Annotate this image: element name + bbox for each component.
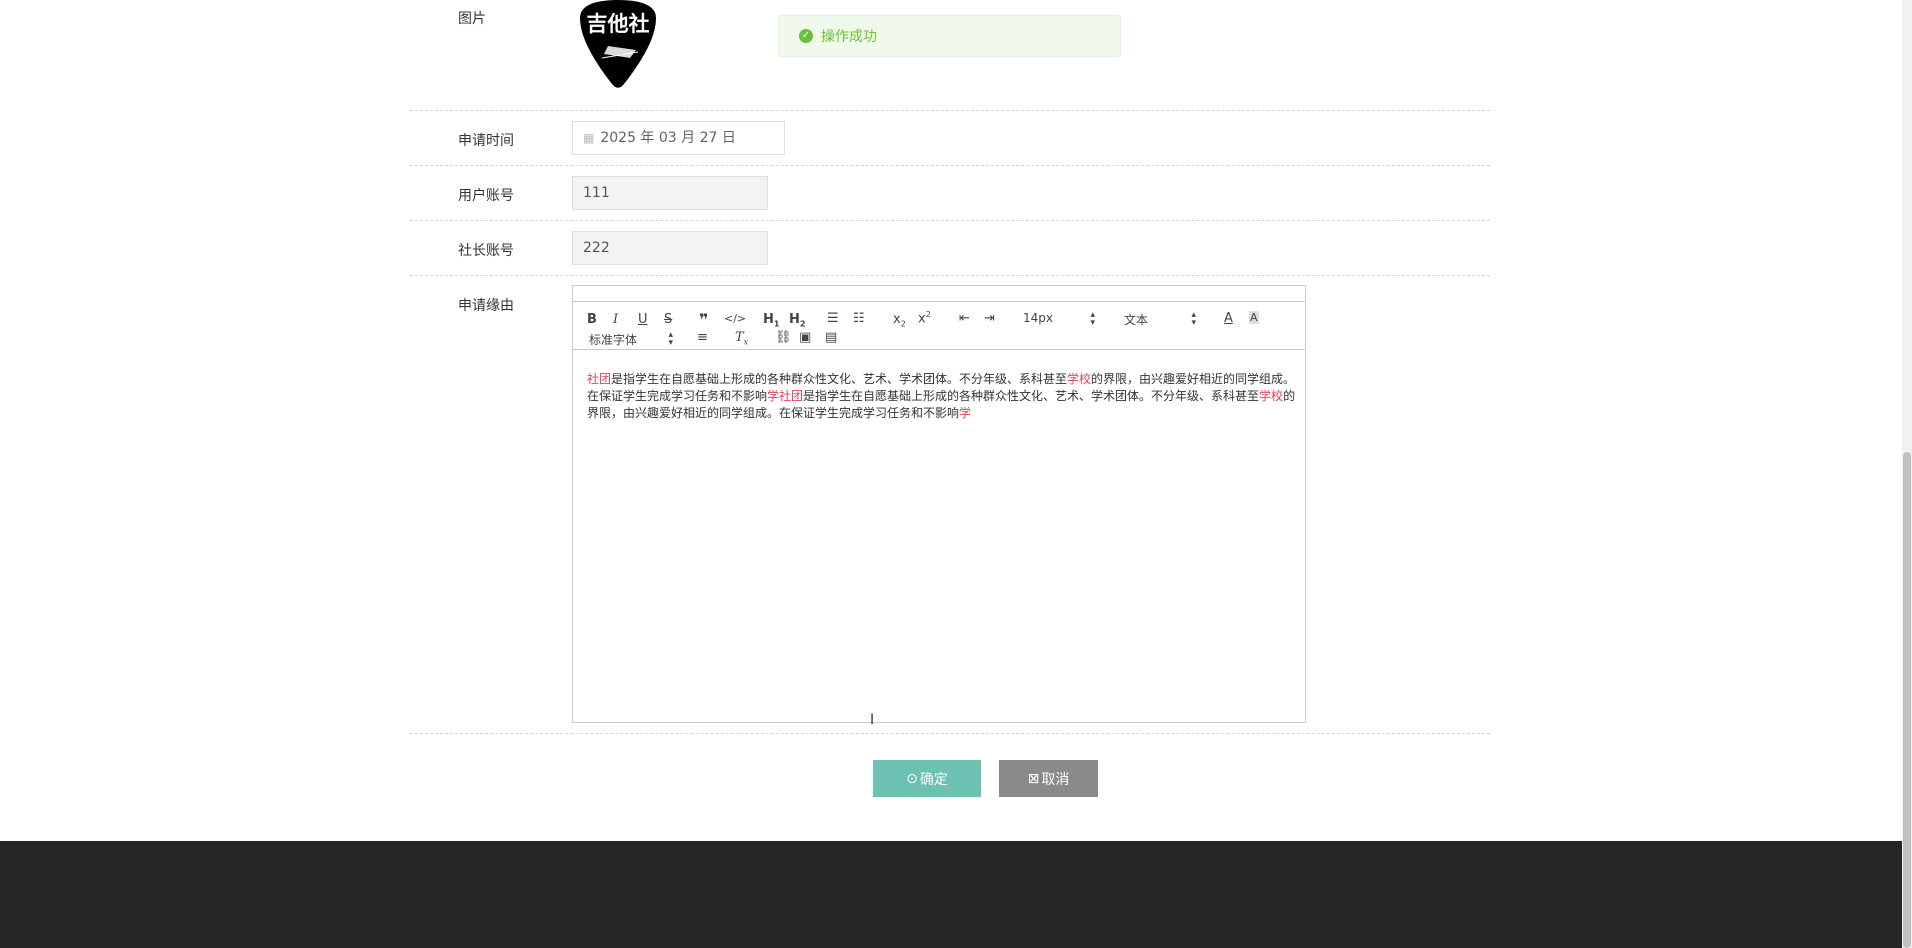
row-divider — [410, 165, 1490, 166]
toast-message: 操作成功 — [821, 29, 877, 45]
select-arrows-icon: ▴ ▾ — [1090, 310, 1095, 328]
superscript-icon[interactable]: x2 — [918, 310, 931, 326]
row-divider — [410, 733, 1490, 734]
ordered-list-icon[interactable]: ☰ — [827, 311, 839, 326]
strike-icon[interactable]: S — [664, 312, 672, 327]
club-logo: 吉他社 — [578, 0, 658, 88]
image-icon[interactable]: ▣ — [799, 330, 811, 345]
editor-content[interactable]: 社团是指学生在自愿基础上形成的各种群众性文化、艺术、学术团体。不分年级、系科甚至… — [587, 371, 1297, 422]
content-segment: 是指学生在自愿基础上形成的各种群众性文化、艺术、学术团体。不分年级、系科甚至 — [803, 389, 1260, 403]
content-segment: 社团 — [587, 372, 612, 386]
president-account-label: 社长账号 — [458, 243, 514, 259]
indent-icon[interactable]: ⇥ — [984, 311, 995, 326]
bullet-list-icon[interactable]: ☷ — [853, 311, 865, 326]
editor-top-bar — [573, 286, 1305, 302]
row-divider — [410, 220, 1490, 221]
h1-icon[interactable]: H1 — [763, 312, 779, 329]
check-circle-icon: ⊙ — [906, 770, 918, 787]
outdent-icon[interactable]: ⇤ — [959, 311, 970, 326]
scrollbar-thumb[interactable] — [1903, 452, 1911, 948]
background-color-icon[interactable]: A — [1249, 311, 1259, 324]
apply-time-label: 申请时间 — [458, 133, 514, 149]
president-account-field[interactable]: 222 — [572, 231, 768, 265]
apply-time-field[interactable]: ▦ 2025 年 03 月 27 日 — [572, 121, 785, 155]
header-select-value: 文本 — [1124, 313, 1149, 327]
user-account-label: 用户账号 — [458, 188, 514, 204]
apply-time-value: 2025 年 03 月 27 日 — [600, 130, 736, 146]
bold-icon[interactable]: B — [587, 312, 597, 327]
font-size-select[interactable]: 14px ▴ ▾ — [1023, 310, 1095, 328]
confirm-button[interactable]: ⊙ 确定 — [873, 760, 981, 797]
success-toast: ✓ 操作成功 — [778, 15, 1121, 57]
page-footer — [0, 841, 1902, 948]
font-size-value: 14px — [1023, 311, 1053, 325]
code-block-icon[interactable]: </> — [724, 312, 746, 325]
rich-text-editor[interactable]: B I U S ❞ </> H1 H2 ☰ ☷ x2 x2 ⇤ ⇥ 14px ▴… — [572, 285, 1306, 723]
row-divider — [410, 110, 1490, 111]
cancel-button[interactable]: ⊠ 取消 — [999, 760, 1098, 797]
calendar-icon: ▦ — [583, 131, 595, 145]
subscript-icon[interactable]: x2 — [893, 312, 906, 329]
reason-label: 申请缘由 — [458, 298, 514, 314]
editor-toolbar: B I U S ❞ </> H1 H2 ☰ ☷ x2 x2 ⇤ ⇥ 14px ▴… — [573, 302, 1305, 350]
close-box-icon: ⊠ — [1027, 770, 1040, 787]
link-icon[interactable]: ⛓ — [775, 330, 792, 345]
video-icon[interactable]: ▤ — [825, 330, 837, 345]
content-segment: 学 — [959, 406, 972, 420]
row-divider — [410, 275, 1490, 276]
image-label: 图片 — [458, 11, 486, 27]
italic-icon[interactable]: I — [613, 312, 618, 327]
confirm-label: 确定 — [919, 771, 948, 788]
logo-text: 吉他社 — [586, 11, 650, 36]
content-segment: 学校 — [1259, 389, 1284, 403]
content-segment: 学校 — [1067, 372, 1092, 386]
align-icon[interactable]: ≡ — [697, 330, 708, 345]
font-color-icon[interactable]: A — [1224, 311, 1233, 326]
h2-icon[interactable]: H2 — [789, 312, 805, 329]
select-arrows-icon: ▴ ▾ — [1191, 310, 1196, 328]
blockquote-icon[interactable]: ❞ — [699, 310, 708, 329]
clear-format-icon[interactable]: Tx — [735, 330, 748, 347]
user-account-field[interactable]: 111 — [572, 176, 768, 210]
font-family-value: 标准字体 — [589, 333, 638, 347]
font-family-select[interactable]: 标准字体 ▴ ▾ — [589, 331, 673, 348]
scrollbar[interactable] — [1902, 0, 1912, 948]
select-arrows-icon: ▴ ▾ — [668, 330, 673, 348]
cancel-label: 取消 — [1041, 771, 1070, 788]
content-segment: 是指学生在自愿基础上形成的各种群众性文化、艺术、学术团体。不分年级、系科甚至 — [611, 372, 1068, 386]
text-cursor-icon: Ι — [870, 712, 875, 728]
header-select[interactable]: 文本 ▴ ▾ — [1124, 311, 1196, 328]
content-segment: 学社团 — [767, 389, 804, 403]
underline-icon[interactable]: U — [638, 312, 648, 327]
check-circle-icon: ✓ — [799, 29, 813, 43]
